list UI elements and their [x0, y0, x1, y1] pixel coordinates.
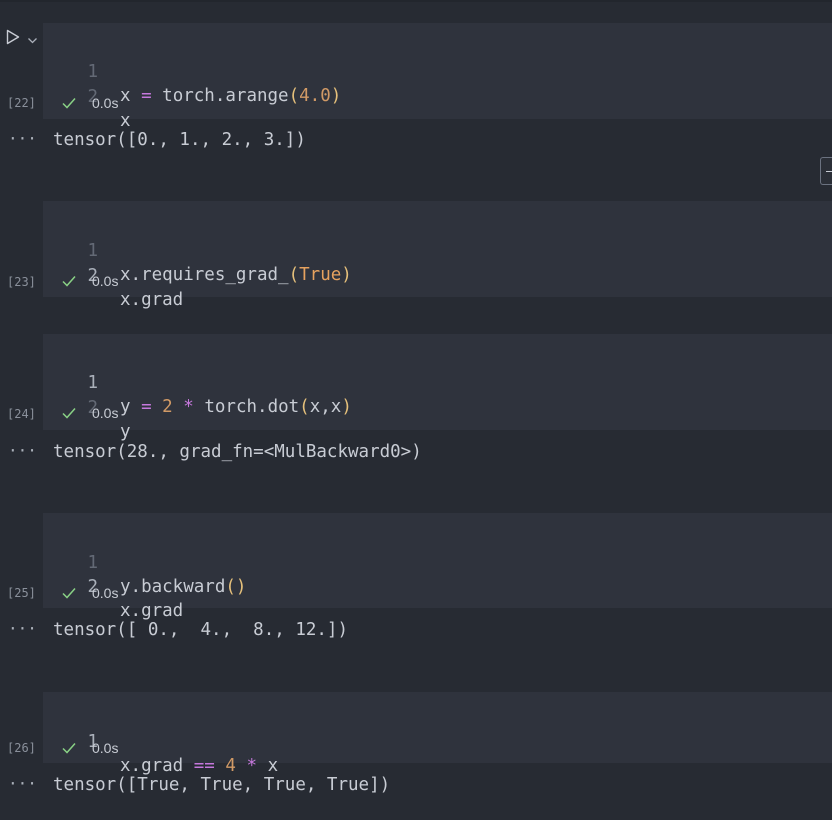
output-actions-button[interactable]: ··· — [8, 619, 37, 638]
code-text: x.requires_grad_(True) — [120, 265, 352, 285]
cell-output: ··· tensor([ 0., 4., 8., 12.]) — [0, 608, 832, 658]
code-text: x.grad — [120, 290, 184, 310]
code-editor[interactable]: 1 x = torch.arange(4.0) 2 x 0.0s — [43, 23, 832, 131]
code-line: 2 x.grad — [43, 240, 183, 310]
code-line: 2 x.grad — [43, 551, 183, 621]
code-text: y.backward() — [120, 577, 247, 597]
run-cell-button[interactable] — [5, 29, 21, 45]
execution-count: [26] — [7, 741, 36, 755]
run-options-dropdown[interactable] — [27, 31, 38, 44]
execution-count: [23] — [7, 275, 36, 289]
code-line: 1 x.grad == 4 * x — [43, 706, 278, 776]
output-actions-button[interactable]: ··· — [8, 441, 37, 460]
check-icon — [62, 98, 76, 109]
code-editor[interactable]: 1 y = 2 * torch.dot(x,x) 2 y 0.0s — [43, 334, 832, 442]
code-editor[interactable]: 1 x.requires_grad_(True) 2 x.grad 0.0s — [43, 201, 832, 310]
plus-icon — [826, 171, 832, 172]
run-triangle-icon — [6, 29, 20, 45]
execution-time: 0.0s — [92, 95, 119, 111]
code-line: 1 y = 2 * torch.dot(x,x) — [43, 347, 351, 417]
output-actions-button[interactable]: ··· — [8, 774, 37, 793]
check-icon — [62, 588, 76, 599]
execution-time: 0.0s — [92, 585, 119, 601]
code-editor[interactable]: 1 y.backward() 2 x.grad 0.0s — [43, 513, 832, 621]
output-text: tensor([0., 1., 2., 3.]) — [53, 130, 306, 150]
execution-count: [24] — [7, 407, 36, 421]
top-separator — [0, 0, 832, 2]
chevron-down-icon — [28, 38, 37, 44]
execution-time: 0.0s — [92, 740, 119, 756]
cell-output: ··· tensor([True, True, True, True]) — [0, 763, 832, 813]
cell-output: ··· tensor(28., grad_fn=<MulBackward0>) — [0, 430, 832, 480]
execution-status: 0.0s — [62, 584, 118, 602]
cell-output: ··· tensor([0., 1., 2., 3.]) — [0, 119, 832, 169]
code-text: x = torch.arange(4.0) — [120, 86, 342, 106]
output-text: tensor([ 0., 4., 8., 12.]) — [53, 620, 349, 640]
execution-status: 0.0s — [62, 94, 118, 112]
code-editor[interactable]: 1 x.grad == 4 * x 0.0s — [43, 692, 832, 776]
code-line: 2 y — [43, 372, 130, 442]
execution-count: [25] — [7, 586, 36, 600]
execution-status: 0.0s — [62, 404, 118, 422]
output-text: tensor([True, True, True, True]) — [53, 775, 391, 795]
execution-count: [22] — [7, 96, 36, 110]
execution-time: 0.0s — [92, 273, 119, 289]
code-line: 1 y.backward() — [43, 527, 246, 597]
output-actions-button[interactable]: ··· — [8, 129, 37, 148]
check-icon — [62, 408, 76, 419]
execution-time: 0.0s — [92, 405, 119, 421]
notebook: 1 x = torch.arange(4.0) 2 x 0.0s [22] ··… — [0, 0, 832, 820]
execution-status: 0.0s — [62, 739, 118, 757]
output-text: tensor(28., grad_fn=<MulBackward0>) — [53, 442, 422, 462]
code-line: 2 x — [43, 61, 130, 131]
check-icon — [62, 276, 76, 287]
check-icon — [62, 743, 76, 754]
code-line: 1 x = torch.arange(4.0) — [43, 36, 341, 106]
code-text: y = 2 * torch.dot(x,x) — [120, 397, 352, 417]
code-line: 1 x.requires_grad_(True) — [43, 215, 351, 285]
execution-status: 0.0s — [62, 272, 118, 290]
